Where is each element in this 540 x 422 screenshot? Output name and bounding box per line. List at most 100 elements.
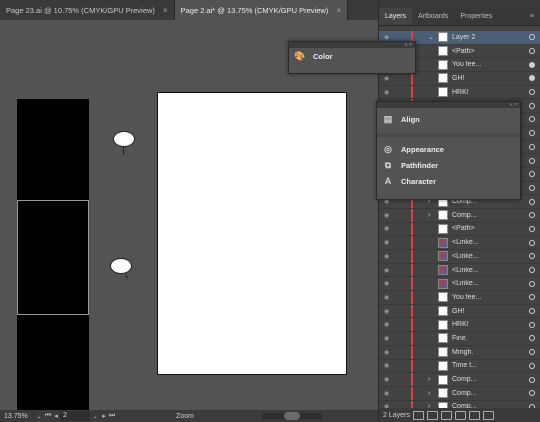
- eye-icon[interactable]: ◉: [384, 308, 394, 315]
- artboard-number[interactable]: 2: [60, 411, 90, 421]
- target-icon[interactable]: [529, 239, 535, 246]
- eye-icon[interactable]: ◉: [384, 253, 394, 260]
- target-icon[interactable]: [529, 225, 535, 232]
- target-icon[interactable]: [529, 267, 535, 274]
- eye-icon[interactable]: ◉: [384, 390, 394, 397]
- eye-icon[interactable]: ◉: [384, 75, 394, 82]
- target-icon[interactable]: [529, 89, 535, 96]
- last-artboard-icon[interactable]: ⏭: [108, 412, 116, 420]
- panel-grip[interactable]: [379, 0, 540, 8]
- artwork-panel-top[interactable]: [17, 99, 89, 200]
- doc-tab-page23[interactable]: Page 23.ai @ 10.75% (CMYK/GPU Preview) ×: [0, 0, 175, 20]
- layer-item-row[interactable]: ◉ Mmgh.: [379, 345, 540, 360]
- panel-menu-icon[interactable]: ≡: [530, 8, 540, 25]
- pathfinder-panel-button[interactable]: ⧉ Pathfinder: [377, 157, 520, 173]
- layer-item-row[interactable]: ◉ HRK!: [379, 318, 540, 333]
- close-icon[interactable]: ×: [163, 6, 168, 15]
- target-icon[interactable]: [529, 48, 535, 55]
- eye-icon[interactable]: ◉: [384, 239, 394, 246]
- target-icon[interactable]: [529, 390, 535, 397]
- target-icon[interactable]: [529, 34, 535, 41]
- target-icon[interactable]: [529, 376, 535, 383]
- align-panel-button[interactable]: ▤ Align: [377, 111, 520, 127]
- eye-icon[interactable]: ◉: [384, 321, 394, 328]
- target-icon[interactable]: [529, 335, 535, 342]
- artwork-panel-bottom[interactable]: [17, 315, 89, 410]
- layer-item-row[interactable]: ◉ <Linke...: [379, 236, 540, 250]
- target-icon[interactable]: [529, 280, 535, 287]
- eye-icon[interactable]: ◉: [384, 34, 394, 41]
- tab-layers[interactable]: Layers: [379, 8, 413, 25]
- target-icon[interactable]: [529, 308, 535, 315]
- layer-item-row[interactable]: ◉ <Path>: [379, 222, 540, 237]
- target-icon[interactable]: [529, 321, 535, 328]
- eye-icon[interactable]: ◉: [384, 335, 394, 342]
- target-icon[interactable]: [529, 130, 535, 137]
- layer-item-row[interactable]: ◉ › Comp...: [379, 373, 540, 387]
- eye-icon[interactable]: ◉: [384, 376, 394, 383]
- close-icon[interactable]: « ×: [405, 42, 412, 48]
- eye-icon[interactable]: ◉: [384, 225, 394, 232]
- tab-properties[interactable]: Properties: [454, 8, 498, 25]
- new-sublayer-icon[interactable]: [454, 410, 466, 420]
- chevron-right-icon[interactable]: ›: [428, 390, 438, 397]
- chevron-down-icon[interactable]: ⌄: [90, 413, 100, 420]
- eye-icon[interactable]: ◉: [384, 349, 394, 356]
- artwork-panel-selected[interactable]: [17, 200, 89, 315]
- chevron-down-icon[interactable]: ⌄: [428, 33, 438, 41]
- chevron-right-icon[interactable]: ›: [428, 376, 438, 383]
- first-artboard-icon[interactable]: ⏮: [44, 412, 52, 420]
- eye-icon[interactable]: ◉: [384, 89, 394, 96]
- speech-bubble[interactable]: [110, 258, 132, 274]
- color-panel-button[interactable]: 🎨 Color: [289, 48, 415, 64]
- locate-object-icon[interactable]: [426, 410, 438, 420]
- new-layer-icon[interactable]: [468, 410, 480, 420]
- target-icon[interactable]: [529, 171, 535, 178]
- eye-icon[interactable]: ◉: [384, 362, 394, 369]
- target-icon[interactable]: [529, 212, 535, 219]
- target-icon[interactable]: [529, 362, 535, 369]
- eye-icon[interactable]: ◉: [384, 267, 394, 274]
- layer-item-row[interactable]: ◉ You fee...: [379, 291, 540, 305]
- chevron-down-icon[interactable]: ⌄: [34, 413, 44, 420]
- collect-export-icon[interactable]: [412, 410, 424, 420]
- eye-icon[interactable]: ◉: [384, 212, 394, 219]
- prev-artboard-icon[interactable]: ◂: [52, 412, 60, 420]
- target-icon[interactable]: [529, 294, 535, 301]
- eye-icon[interactable]: ◉: [384, 294, 394, 301]
- target-icon[interactable]: [529, 184, 535, 191]
- trash-icon[interactable]: [482, 410, 494, 420]
- layer-item-row[interactable]: ◉ GH!: [379, 72, 540, 86]
- status-slider[interactable]: [261, 412, 322, 420]
- close-icon[interactable]: ×: [336, 6, 341, 15]
- layer-item-row[interactable]: ◉ › Comp...: [379, 386, 540, 401]
- layer-item-row[interactable]: ◉ <Linke...: [379, 263, 540, 278]
- target-icon[interactable]: [529, 116, 535, 123]
- eye-icon[interactable]: ◉: [384, 280, 394, 287]
- zoom-level[interactable]: 13.75%: [0, 412, 34, 420]
- layer-item-row[interactable]: ◉ <Linke...: [379, 277, 540, 292]
- target-icon[interactable]: [529, 102, 535, 109]
- target-icon[interactable]: [529, 349, 535, 356]
- canvas[interactable]: [0, 20, 378, 410]
- tab-artboards[interactable]: Artboards: [412, 8, 454, 25]
- target-icon[interactable]: [529, 253, 535, 260]
- layer-item-row[interactable]: ◉ › Comp...: [379, 208, 540, 223]
- layer-item-row[interactable]: ◉ HRK!: [379, 85, 540, 100]
- target-icon[interactable]: [529, 157, 535, 164]
- target-icon[interactable]: [529, 198, 535, 205]
- doc-tab-page2[interactable]: Page 2.ai* @ 13.75% (CMYK/GPU Preview) ×: [174, 0, 348, 20]
- panel-header[interactable]: « ×: [377, 102, 520, 108]
- close-icon[interactable]: « ×: [510, 102, 517, 108]
- clipping-mask-icon[interactable]: [440, 410, 452, 420]
- character-panel-button[interactable]: A Character: [377, 173, 520, 189]
- layer-item-row[interactable]: ◉ Fine.: [379, 332, 540, 346]
- chevron-right-icon[interactable]: ›: [428, 212, 438, 219]
- next-artboard-icon[interactable]: ▸: [100, 412, 108, 420]
- layer-item-row[interactable]: ◉ GH!: [379, 304, 540, 319]
- target-icon[interactable]: [529, 61, 535, 68]
- speech-bubble[interactable]: [113, 131, 135, 147]
- target-icon[interactable]: [529, 75, 535, 82]
- appearance-panel-button[interactable]: ◎ Appearance: [377, 141, 520, 157]
- artboard[interactable]: [157, 92, 347, 375]
